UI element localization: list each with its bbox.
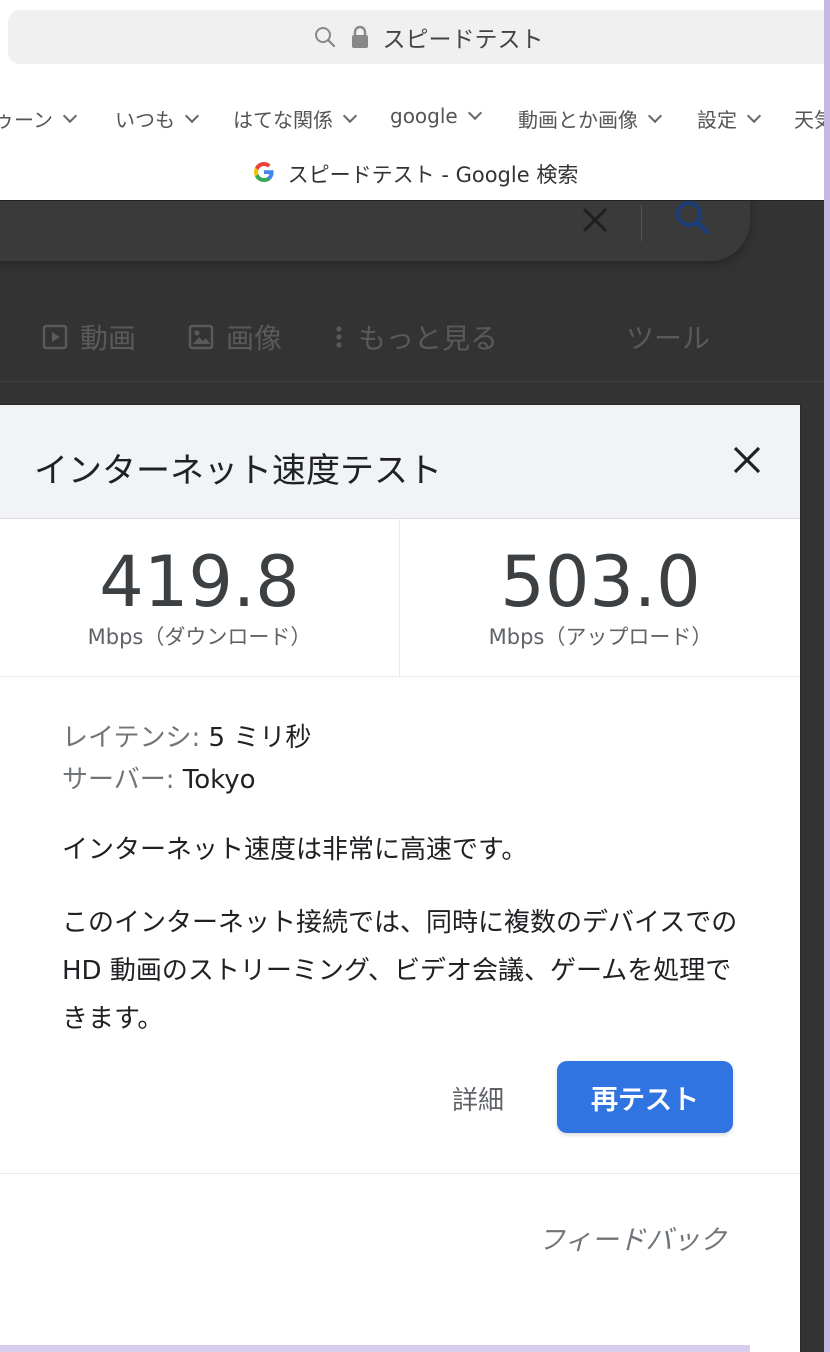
speed-description: このインターネット接続では、同時に複数のデバイスでの HD 動画のストリーミング… [62, 908, 738, 1034]
speed-metrics: 419.8 Mbps（ダウンロード） 503.0 Mbps（アップロード） [0, 519, 800, 677]
bookmark-folder[interactable]: 動画とか画像 [518, 104, 663, 133]
speed-test-dialog: インターネット速度テスト 419.8 Mbps（ダウンロード） 503.0 Mb… [0, 405, 800, 1352]
bookmark-label: 設定 [697, 108, 737, 132]
window-edge [824, 0, 830, 1352]
tab-label: 動画 [80, 322, 137, 355]
tab-label: もっと見る [358, 322, 499, 355]
video-icon [42, 324, 68, 350]
connection-info: レイテンシ: 5 ミリ秒 サーバー: Tokyo [62, 717, 752, 801]
dialog-title: インターネット速度テスト [34, 451, 442, 491]
browser-tab[interactable]: スピードテスト - Google 検索 [0, 150, 830, 198]
latency-key: レイテンシ: [62, 723, 201, 753]
bookmark-folder[interactable]: はてな関係 [233, 104, 358, 133]
search-divider [641, 205, 642, 241]
tab-label: ツール [626, 322, 711, 355]
upload-value: 503.0 [500, 541, 701, 623]
upload-metric: 503.0 Mbps（アップロード） [401, 519, 800, 676]
download-value: 419.8 [99, 541, 300, 623]
tab-videos[interactable]: 動画 [42, 317, 136, 357]
chevron-down-icon [184, 108, 200, 123]
server-key: サーバー: [62, 765, 175, 795]
search-icon [313, 25, 337, 49]
tab-images[interactable]: 画像 [188, 317, 282, 357]
search-box[interactable] [0, 201, 750, 261]
bookmark-label: google [390, 104, 458, 128]
close-icon[interactable] [730, 443, 764, 477]
address-text: スピードテスト [382, 27, 544, 53]
bookmark-folder[interactable]: ゥーン [0, 104, 78, 133]
google-logo-icon [252, 160, 276, 189]
browser-toolbar: スピードテスト [0, 0, 830, 80]
latency-row: レイテンシ: 5 ミリ秒 [62, 717, 752, 759]
chevron-down-icon [647, 108, 663, 123]
bookmark-folder[interactable]: 設定 [697, 104, 762, 133]
server-row: サーバー: Tokyo [62, 759, 752, 801]
chevron-down-icon [467, 105, 482, 121]
dialog-divider [0, 1173, 800, 1174]
chevron-down-icon [746, 108, 762, 123]
image-icon [188, 324, 214, 350]
search-tabs: 動画 画像 もっと見る ツール [0, 301, 830, 371]
chevron-down-icon [62, 108, 78, 123]
latency-value: 5 ミリ秒 [208, 723, 312, 753]
speed-verdict: インターネット速度は非常に高速です。 [62, 835, 528, 865]
tab-label: 画像 [226, 322, 283, 355]
tab-tools[interactable]: ツール [626, 317, 710, 357]
address-bar[interactable]: スピードテスト [8, 10, 830, 64]
lock-icon [351, 25, 369, 49]
more-vert-icon [336, 326, 342, 348]
tab-title-text: スピードテスト - Google 検索 [287, 163, 579, 187]
feedback-link[interactable]: フィードバック [538, 1218, 726, 1257]
chevron-down-icon [342, 108, 358, 123]
bookmark-label: いつも [115, 108, 175, 132]
bookmark-folder[interactable]: いつも [115, 104, 200, 133]
retest-label: 再テスト [591, 1084, 699, 1116]
bookmarks-bar: ゥーン いつも はてな関係 google 動画とか画像 設定 天気 [0, 92, 830, 140]
bookmark-label: ゥーン [0, 108, 53, 132]
retest-button[interactable]: 再テスト [557, 1061, 733, 1133]
tabs-divider [0, 381, 830, 382]
dialog-header: インターネット速度テスト [0, 405, 800, 519]
tab-more[interactable]: もっと見る [332, 317, 498, 357]
close-icon[interactable] [578, 203, 612, 237]
download-label: Mbps（ダウンロード） [87, 625, 312, 649]
bookmark-folder[interactable]: google [390, 104, 482, 128]
upload-label: Mbps（アップロード） [488, 625, 713, 649]
download-metric: 419.8 Mbps（ダウンロード） [0, 519, 400, 676]
details-button[interactable]: 詳細 [452, 1080, 504, 1117]
bookmark-label: はてな関係 [233, 108, 333, 132]
server-value: Tokyo [182, 765, 256, 795]
dialog-bottom-edge [0, 1345, 750, 1352]
bookmark-label: 動画とか画像 [518, 108, 638, 132]
search-icon[interactable] [672, 201, 712, 239]
